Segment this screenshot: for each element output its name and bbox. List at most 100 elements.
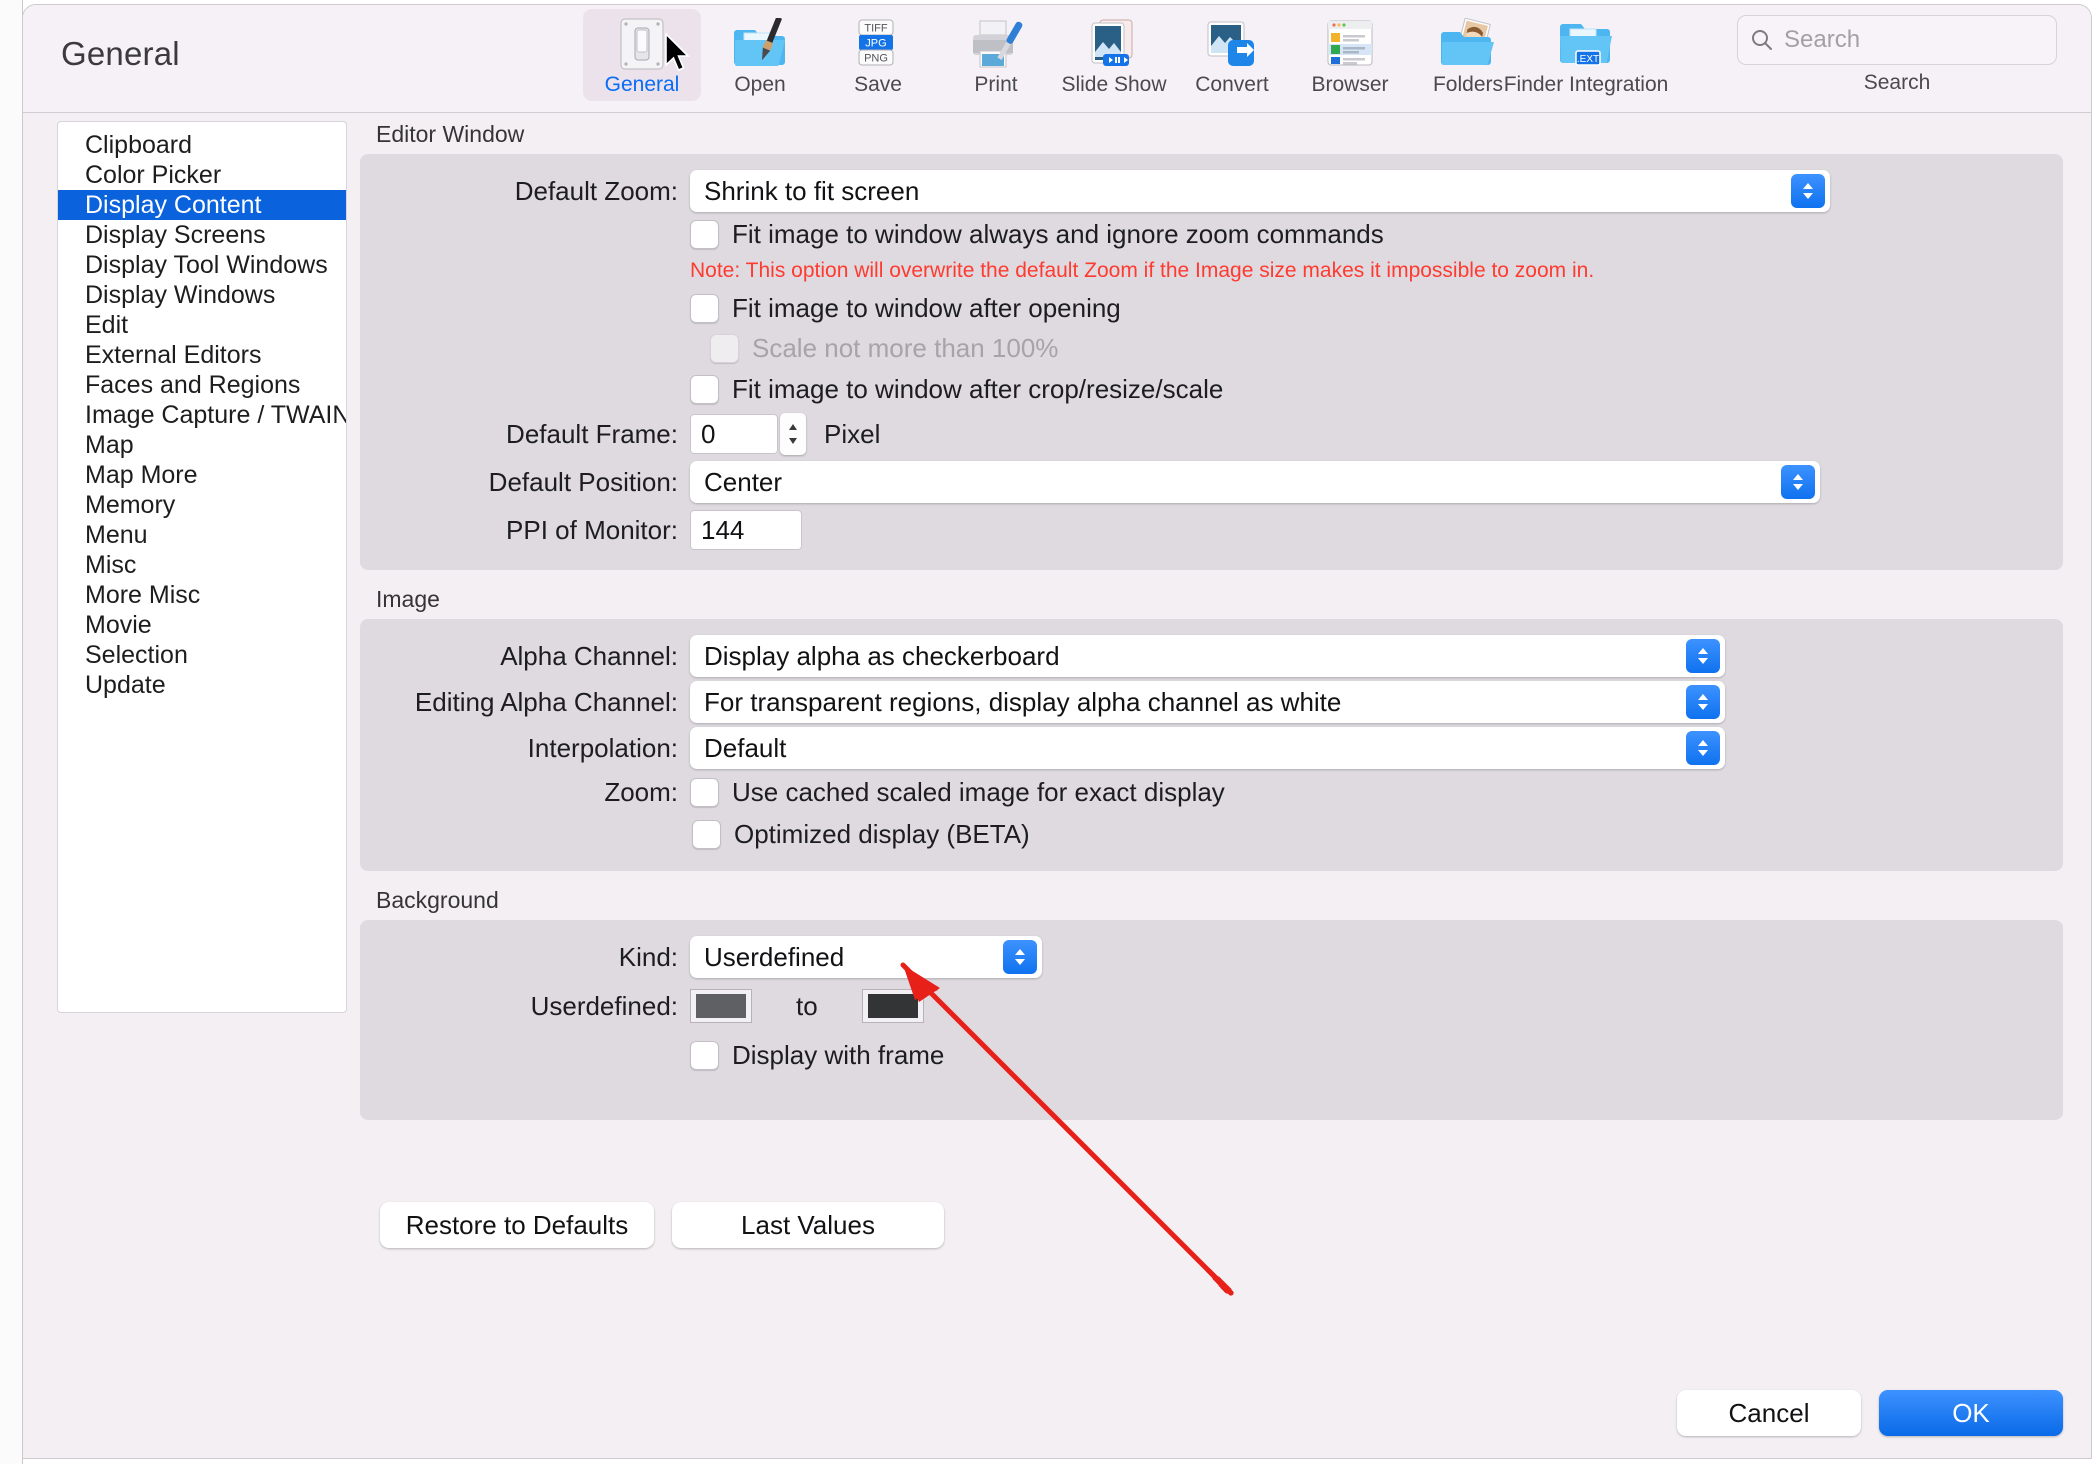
checkbox-box xyxy=(710,333,739,363)
toolbar-item-open[interactable]: Open xyxy=(701,9,819,101)
row-alpha-channel: Alpha Channel: Display alpha as checkerb… xyxy=(360,633,2063,679)
toolbar-item-browser[interactable]: Browser xyxy=(1291,9,1409,101)
sidebar-item-faces-and-regions[interactable]: Faces and Regions xyxy=(58,370,346,400)
sidebar-item-memory[interactable]: Memory xyxy=(58,490,346,520)
row-userdefined-colors: Userdefined: to xyxy=(360,980,2063,1032)
group-editor-window: Editor Window Default Zoom: Shrink to fi… xyxy=(360,121,2063,570)
ok-button[interactable]: OK xyxy=(1879,1390,2063,1436)
alpha-channel-value: Display alpha as checkerboard xyxy=(704,640,1060,671)
toolbar-items: General Open TIFF JPG PNG Save Print Sli… xyxy=(583,9,1668,101)
chevron-updown-icon xyxy=(1781,465,1815,499)
checkbox-box[interactable] xyxy=(690,374,719,404)
sidebar-item-display-content[interactable]: Display Content xyxy=(58,190,346,220)
row-interpolation: Interpolation: Default xyxy=(360,725,2063,771)
sidebar-item-misc[interactable]: Misc xyxy=(58,550,346,580)
chevron-updown-icon xyxy=(1686,731,1720,765)
settings-pane: Editor Window Default Zoom: Shrink to fi… xyxy=(360,121,2063,1448)
sidebar-item-display-screens[interactable]: Display Screens xyxy=(58,220,346,250)
sidebar-item-edit[interactable]: Edit xyxy=(58,310,346,340)
toolbar-item-label: Finder Integration xyxy=(1503,73,1669,96)
checkbox-use-cached-scaled-image[interactable]: Use cached scaled image for exact displa… xyxy=(690,777,1225,808)
sidebar-item-display-tool-windows[interactable]: Display Tool Windows xyxy=(58,250,346,280)
toolbar-item-print[interactable]: Print xyxy=(937,9,1055,101)
toolbar-item-label: Browser xyxy=(1311,73,1389,96)
row-scale-not-more: Scale not more than 100% xyxy=(360,328,2063,368)
sidebar-item-color-picker[interactable]: Color Picker xyxy=(58,160,346,190)
sidebar-item-selection[interactable]: Selection xyxy=(58,640,346,670)
reset-buttons: Restore to Defaults Last Values xyxy=(380,1202,2063,1248)
background-window-strip xyxy=(0,0,23,1464)
sidebar-item-external-editors[interactable]: External Editors xyxy=(58,340,346,370)
checkbox-box[interactable] xyxy=(690,293,719,323)
default-position-select[interactable]: Center xyxy=(690,461,1820,503)
label-interpolation: Interpolation: xyxy=(527,732,678,763)
checkbox-fit-after-crop[interactable]: Fit image to window after crop/resize/sc… xyxy=(690,374,1223,405)
search-input[interactable]: Search xyxy=(1737,15,2057,65)
toolbar-item-general[interactable]: General xyxy=(583,9,701,101)
search-placeholder: Search xyxy=(1784,26,1861,53)
color-swatch-to[interactable] xyxy=(861,989,924,1023)
default-zoom-select[interactable]: Shrink to fit screen xyxy=(690,170,1830,212)
label-zoom: Zoom: xyxy=(604,776,678,807)
checkbox-fit-after-opening[interactable]: Fit image to window after opening xyxy=(690,293,1121,324)
checkbox-label: Fit image to window after opening xyxy=(732,292,1121,323)
toolbar-item-slide-show[interactable]: Slide Show xyxy=(1055,9,1173,101)
toolbar-item-label: Slide Show xyxy=(1061,73,1167,96)
search-area: Search Search xyxy=(1737,15,2057,95)
checkbox-fit-always[interactable]: Fit image to window always and ignore zo… xyxy=(690,219,1384,250)
checkbox-box[interactable] xyxy=(690,777,719,807)
row-kind: Kind: Userdefined xyxy=(360,934,2063,980)
group-title-image: Image xyxy=(376,586,440,612)
default-frame-input[interactable]: 0 xyxy=(690,414,778,454)
background-kind-value: Userdefined xyxy=(704,941,845,972)
sidebar-item-display-windows[interactable]: Display Windows xyxy=(58,280,346,310)
alpha-channel-select[interactable]: Display alpha as checkerboard xyxy=(690,635,1725,677)
checkbox-display-with-frame[interactable]: Display with frame xyxy=(690,1040,944,1071)
sidebar-item-movie[interactable]: Movie xyxy=(58,610,346,640)
label-default-frame: Default Frame: xyxy=(506,418,678,449)
svg-text:PNG: PNG xyxy=(864,53,888,65)
cancel-button[interactable]: Cancel xyxy=(1677,1390,1861,1436)
svg-text:TIFF: TIFF xyxy=(864,23,887,35)
last-values-button[interactable]: Last Values xyxy=(672,1202,944,1248)
toolbar-item-label: Print xyxy=(974,73,1018,96)
checkbox-box[interactable] xyxy=(690,219,719,249)
sidebar-item-map[interactable]: Map xyxy=(58,430,346,460)
file-formats-icon: TIFF JPG PNG xyxy=(849,17,907,71)
search-icon xyxy=(1752,30,1772,50)
ppi-monitor-input[interactable]: 144 xyxy=(690,510,802,550)
switch-toggle-icon xyxy=(613,17,671,71)
preferences-body: Clipboard Color Picker Display Content D… xyxy=(23,113,2091,1458)
sidebar-item-image-capture-twain[interactable]: Image Capture / TWAIN xyxy=(58,400,346,430)
checkbox-box[interactable] xyxy=(690,1040,719,1070)
toolbar-item-save[interactable]: TIFF JPG PNG Save xyxy=(819,9,937,101)
label-editing-alpha-channel: Editing Alpha Channel: xyxy=(414,686,678,717)
group-box-background: Kind: Userdefined Userdefined: to Displa… xyxy=(360,920,2063,1120)
row-editing-alpha-channel: Editing Alpha Channel: For transparent r… xyxy=(360,679,2063,725)
checkbox-box[interactable] xyxy=(692,819,721,849)
restore-to-defaults-button[interactable]: Restore to Defaults xyxy=(380,1202,654,1248)
default-frame-stepper[interactable] xyxy=(780,413,806,455)
group-title-background: Background xyxy=(376,887,499,913)
row-default-frame: Default Frame: 0 Pixel xyxy=(360,410,2063,458)
group-title-editor-window: Editor Window xyxy=(376,121,525,147)
background-kind-select[interactable]: Userdefined xyxy=(690,936,1042,978)
checkbox-optimized-display[interactable]: Optimized display (BETA) xyxy=(692,819,1030,850)
editing-alpha-channel-select[interactable]: For transparent regions, display alpha c… xyxy=(690,681,1725,723)
interpolation-select[interactable]: Default xyxy=(690,727,1725,769)
chevron-updown-icon xyxy=(1791,174,1825,208)
sidebar-item-menu[interactable]: Menu xyxy=(58,520,346,550)
sidebar-item-map-more[interactable]: Map More xyxy=(58,460,346,490)
color-swatch-from[interactable] xyxy=(690,989,752,1023)
checkbox-label: Display with frame xyxy=(732,1039,945,1070)
sidebar-item-more-misc[interactable]: More Misc xyxy=(58,580,346,610)
sidebar-item-clipboard[interactable]: Clipboard xyxy=(58,130,346,160)
toolbar-item-finder-integration[interactable]: .EXT Finder Integration xyxy=(1504,9,1668,101)
default-zoom-value: Shrink to fit screen xyxy=(704,175,920,206)
toolbar-item-label: Convert xyxy=(1195,73,1269,96)
label-default-zoom: Default Zoom: xyxy=(514,175,678,206)
sidebar-item-update[interactable]: Update xyxy=(58,670,346,700)
toolbar-item-convert[interactable]: Convert xyxy=(1173,9,1291,101)
settings-sidebar[interactable]: Clipboard Color Picker Display Content D… xyxy=(57,121,347,1013)
row-optimized-display: Optimized display (BETA) xyxy=(360,813,2063,855)
